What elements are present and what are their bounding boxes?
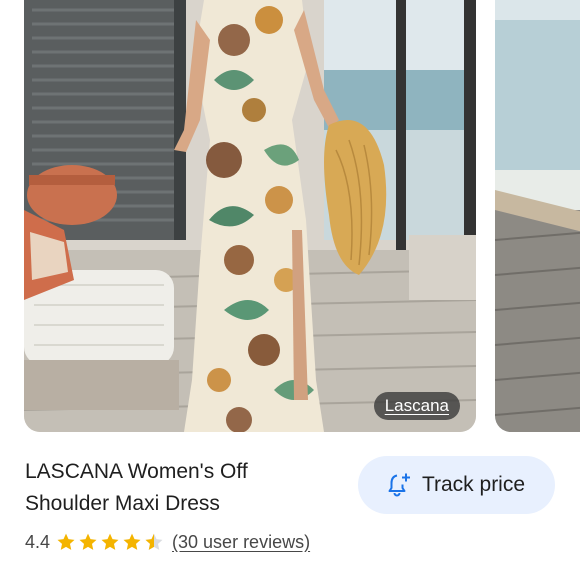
star-full-icon bbox=[123, 533, 141, 550]
product-image-main[interactable]: Lascana bbox=[24, 0, 476, 432]
product-title-line2: Shoulder Maxi Dress bbox=[25, 492, 220, 515]
next-photo bbox=[495, 0, 580, 432]
rating-value: 4.4 bbox=[25, 531, 51, 552]
dress-photo bbox=[24, 0, 476, 432]
star-full-icon bbox=[101, 533, 119, 550]
image-carousel[interactable]: Lascana bbox=[0, 0, 580, 436]
star-half-icon bbox=[145, 533, 163, 550]
product-title[interactable]: LASCANA Women's Off Shoulder Maxi Dress bbox=[25, 456, 335, 520]
star-full-icon bbox=[79, 533, 97, 550]
track-price-button[interactable]: Track price bbox=[358, 456, 555, 514]
star-rating bbox=[56, 532, 164, 552]
product-title-line1: LASCANA Women's Off bbox=[25, 460, 248, 483]
brand-label-chip[interactable]: Lascana bbox=[373, 392, 460, 420]
rating-row: 4.4 (30 user reviews) bbox=[25, 529, 310, 555]
star-full-icon bbox=[57, 533, 75, 550]
product-image-next[interactable] bbox=[495, 0, 580, 432]
bell-plus-icon bbox=[388, 473, 410, 497]
track-price-label: Track price bbox=[421, 473, 526, 496]
user-reviews-link[interactable]: (30 user reviews) bbox=[172, 532, 310, 553]
